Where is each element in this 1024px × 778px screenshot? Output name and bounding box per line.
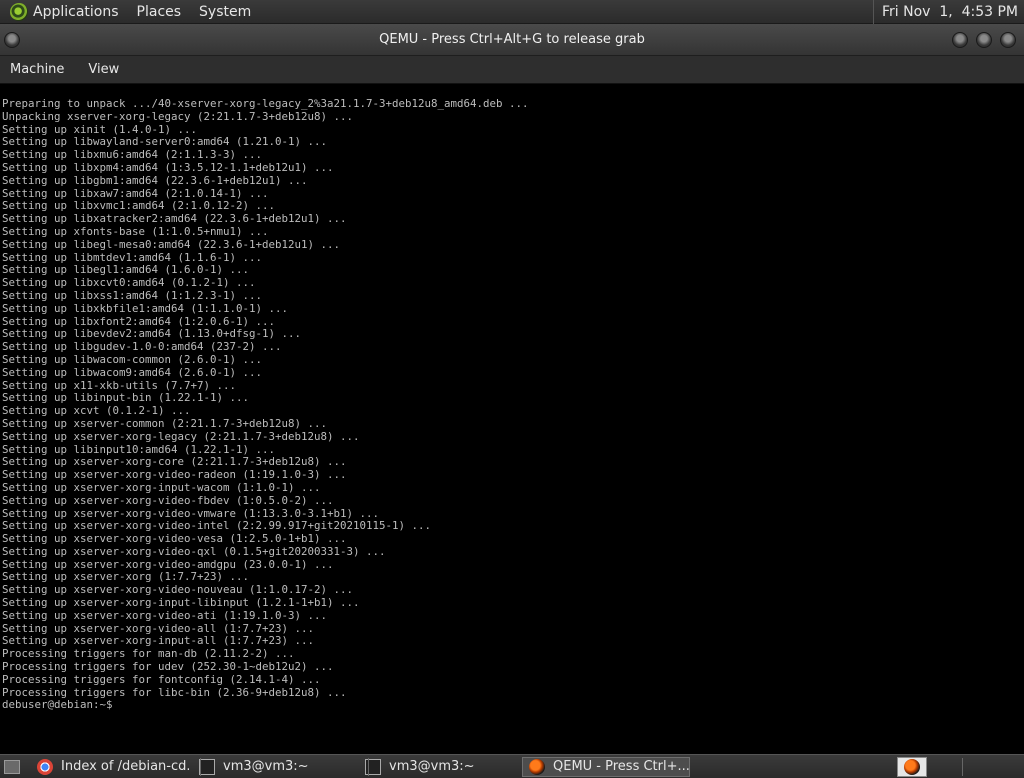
window-titlebar[interactable]: QEMU - Press Ctrl+Alt+G to release grab bbox=[0, 24, 1024, 56]
qemu-icon bbox=[904, 759, 920, 775]
window-title: QEMU - Press Ctrl+Alt+G to release grab bbox=[379, 32, 645, 47]
task-label: QEMU - Press Ctrl+... bbox=[553, 759, 690, 774]
task-label: vm3@vm3:~ bbox=[389, 759, 475, 774]
close-icon[interactable] bbox=[1000, 32, 1016, 48]
menu-machine[interactable]: Machine bbox=[10, 62, 64, 77]
show-desktop-icon[interactable] bbox=[4, 759, 20, 774]
taskbar-item-terminal-1[interactable]: vm3@vm3:~ bbox=[192, 757, 356, 777]
debian-apps-icon[interactable] bbox=[10, 2, 28, 21]
clock[interactable]: Fri Nov 1, 4:53 PM bbox=[872, 0, 1024, 24]
taskbar: Index of /debian-cd... vm3@vm3:~ vm3@vm3… bbox=[0, 754, 1024, 778]
console-line: Setting up libxkbfile1:amd64 (1:1.1.0-1)… bbox=[2, 301, 289, 315]
taskbar-item-qemu[interactable]: QEMU - Press Ctrl+... bbox=[522, 756, 690, 777]
console-line: Setting up xcvt (0.1.2-1) ... bbox=[2, 404, 191, 418]
console-line: Setting up xserver-xorg-legacy (2:21.1.7… bbox=[2, 429, 360, 443]
console-line: Setting up xserver-xorg-video-qxl (0.1.5… bbox=[2, 544, 386, 558]
console-line: Unpacking xserver-xorg-legacy (2:21.1.7-… bbox=[2, 109, 354, 123]
menu-system[interactable]: System bbox=[199, 4, 251, 20]
console-line: Setting up xserver-xorg-video-ati (1:19.… bbox=[2, 608, 328, 622]
menu-view[interactable]: View bbox=[88, 62, 119, 77]
console-line: Setting up xserver-xorg-video-radeon (1:… bbox=[2, 468, 347, 482]
chrome-icon bbox=[37, 758, 53, 775]
taskbar-item-browser[interactable]: Index of /debian-cd... bbox=[30, 757, 190, 777]
qemu-icon bbox=[529, 758, 545, 775]
menu-applications[interactable]: Applications bbox=[33, 4, 119, 20]
console-line: Setting up xserver-xorg-video-fbdev (1:0… bbox=[2, 493, 334, 507]
console-line: Setting up xserver-xorg-video-vesa (1:2.… bbox=[2, 532, 347, 546]
console-line: Setting up xserver-xorg-input-libinput (… bbox=[2, 596, 360, 610]
task-label: vm3@vm3:~ bbox=[223, 759, 309, 774]
console-line: Setting up libwacom-common (2.6.0-1) ... bbox=[2, 352, 263, 366]
task-label: Index of /debian-cd... bbox=[61, 759, 190, 774]
console-output: Preparing to unpack .../40-xserver-xorg-… bbox=[0, 84, 1024, 712]
top-panel: Applications Places System Fri Nov 1, 4:… bbox=[0, 0, 1024, 24]
console-line: Processing triggers for udev (252.30-1~d… bbox=[2, 660, 334, 674]
minimize-icon[interactable] bbox=[952, 32, 968, 48]
console-line: Setting up xserver-xorg-input-wacom (1:1… bbox=[2, 480, 321, 494]
console-line: Processing triggers for libc-bin (2.36-9… bbox=[2, 685, 347, 699]
console-line: Setting up libgbm1:amd64 (22.3.6-1+deb12… bbox=[2, 173, 308, 187]
tray-qemu-button[interactable] bbox=[897, 757, 927, 777]
menu-places[interactable]: Places bbox=[137, 4, 182, 20]
console-line: Setting up xserver-common (2:21.1.7-3+de… bbox=[2, 416, 328, 430]
console-line: Preparing to unpack .../40-xserver-xorg-… bbox=[2, 97, 529, 110]
window-menu-icon[interactable] bbox=[4, 32, 20, 48]
console-line: Setting up libxss1:amd64 (1:1.2.3-1) ... bbox=[2, 288, 263, 302]
console-line: Setting up libxpm4:amd64 (1:3.5.12-1.1+d… bbox=[2, 160, 334, 174]
console-line: Setting up libegl-mesa0:amd64 (22.3.6-1+… bbox=[2, 237, 341, 251]
console-line: Setting up libwacom9:amd64 (2.6.0-1) ... bbox=[2, 365, 263, 379]
console-line: Processing triggers for fontconfig (2.14… bbox=[2, 672, 321, 686]
console-line: Setting up xfonts-base (1:1.0.5+nmu1) ..… bbox=[2, 224, 269, 238]
qemu-menubar: Machine View bbox=[0, 56, 1024, 84]
terminal-icon bbox=[199, 758, 215, 775]
maximize-icon[interactable] bbox=[976, 32, 992, 48]
console-line: debuser@debian:~$ bbox=[2, 698, 113, 712]
taskbar-item-terminal-2[interactable]: vm3@vm3:~ bbox=[358, 757, 520, 777]
vm-console[interactable]: Preparing to unpack .../40-xserver-xorg-… bbox=[0, 84, 1024, 754]
